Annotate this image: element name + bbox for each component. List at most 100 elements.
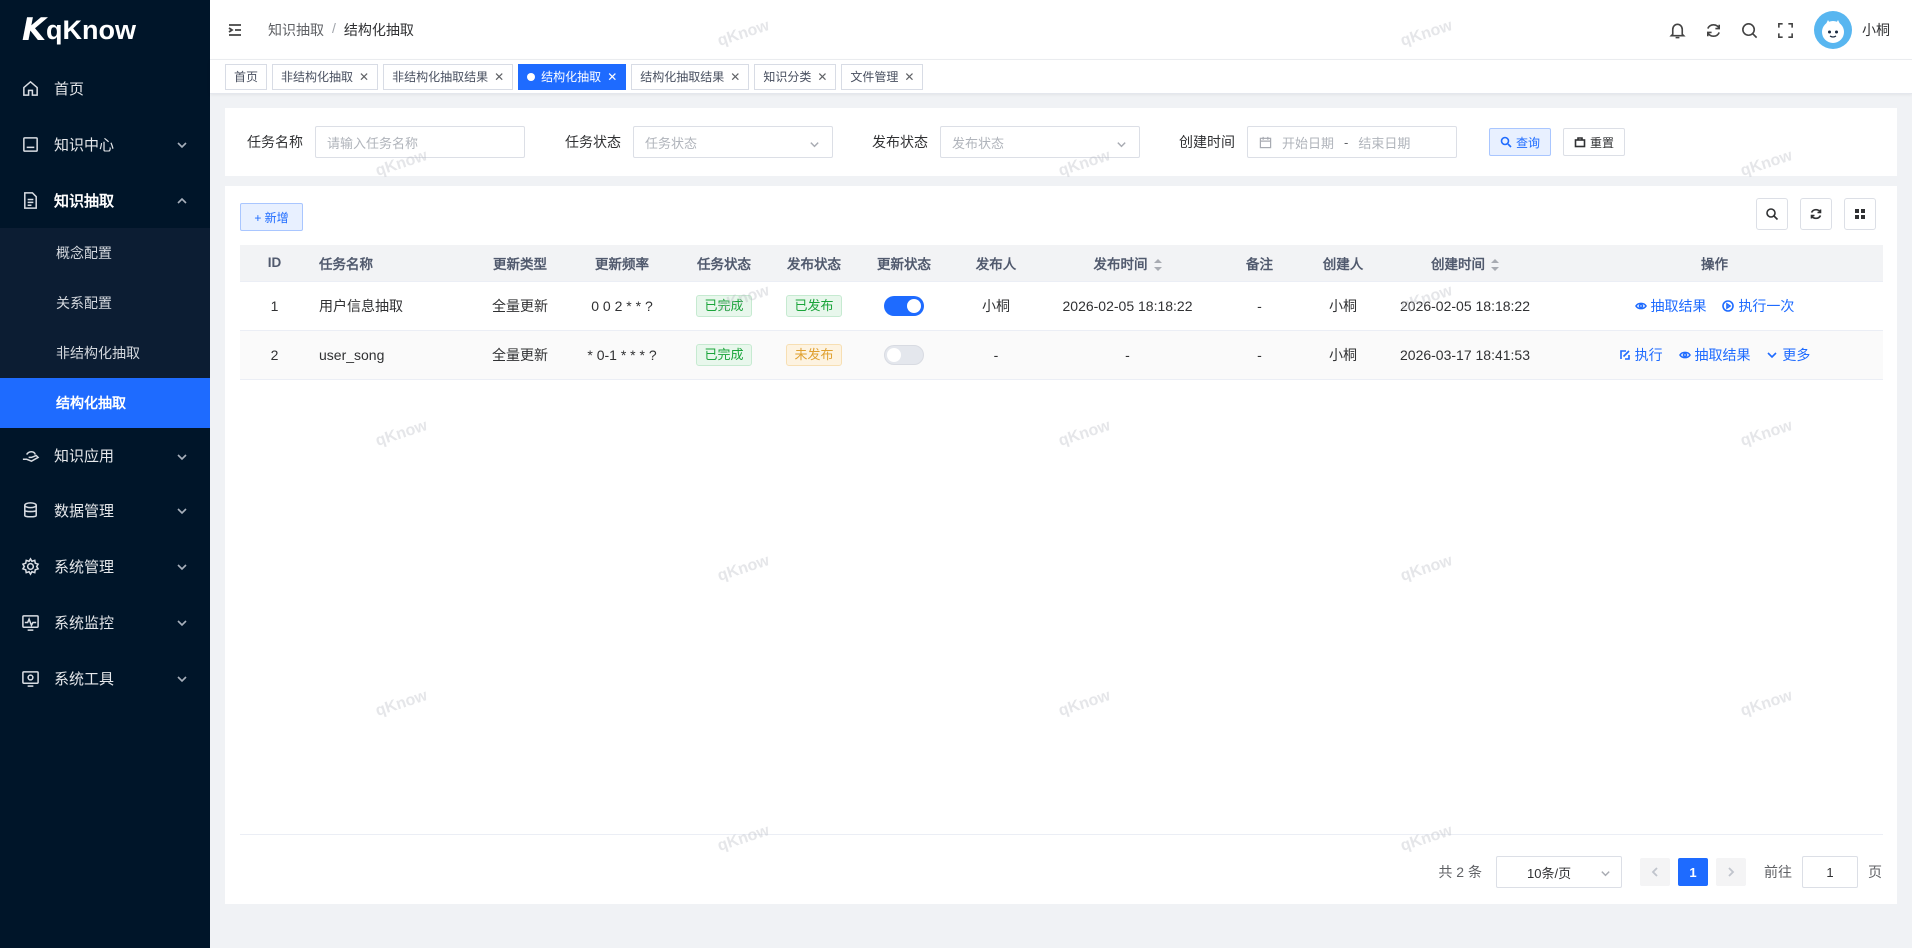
- sidebar-subitem-unstructured-extraction[interactable]: 非结构化抽取: [0, 328, 210, 378]
- search-icon: [1766, 208, 1779, 221]
- column-header-publish-time[interactable]: 发布时间: [1038, 245, 1217, 282]
- sort-icon[interactable]: [1153, 259, 1162, 272]
- sort-icon[interactable]: [1491, 259, 1499, 272]
- tag-label: 结构化抽取: [541, 70, 602, 84]
- goto-page-input[interactable]: 1: [1802, 856, 1858, 888]
- prev-page-button[interactable]: [1640, 858, 1670, 886]
- cell-create-time: 2026-02-05 18:18:22: [1384, 281, 1546, 331]
- tag-home[interactable]: 首页: [225, 63, 268, 90]
- close-icon[interactable]: ✕: [607, 70, 617, 84]
- column-header-create-time[interactable]: 创建时间: [1384, 245, 1546, 282]
- pagination-total: 共 2 条: [1438, 864, 1482, 880]
- bell-icon[interactable]: [1666, 19, 1688, 41]
- menu-fold-icon[interactable]: [224, 19, 246, 41]
- sidebar-item-knowledge-extraction[interactable]: 知识抽取: [0, 172, 210, 228]
- sidebar-item-system-management[interactable]: 系统管理: [0, 538, 210, 594]
- search-icon[interactable]: [1738, 19, 1760, 41]
- link-label: 更多: [1782, 346, 1811, 363]
- username[interactable]: 小桐: [1862, 20, 1890, 40]
- cell-actions: 抽取结果 执行一次: [1546, 281, 1883, 331]
- cell-update-status: [854, 330, 954, 380]
- fullscreen-icon[interactable]: [1774, 19, 1796, 41]
- header-actions: 小桐: [1652, 0, 1890, 60]
- update-status-switch[interactable]: [884, 295, 924, 316]
- sidebar-item-home[interactable]: 首页: [0, 60, 210, 116]
- sidebar-item-label: 系统监控: [54, 614, 115, 632]
- refresh-icon[interactable]: [1702, 19, 1724, 41]
- refresh-table-button[interactable]: [1800, 198, 1832, 230]
- sidebar-item-label: 系统工具: [54, 670, 115, 688]
- breadcrumb-item[interactable]: 知识抽取: [268, 20, 324, 40]
- tag-label: 结构化抽取结果: [640, 70, 725, 84]
- publish-status-select[interactable]: 发布状态: [940, 126, 1140, 158]
- cell-task-name: user_song: [309, 330, 470, 380]
- reset-button[interactable]: 重置: [1563, 128, 1626, 156]
- close-icon[interactable]: ✕: [494, 70, 504, 84]
- publish-status-placeholder: 发布状态: [952, 135, 1005, 151]
- chevron-down-icon: [1767, 351, 1777, 358]
- tag-file-management[interactable]: 文件管理 ✕: [841, 63, 924, 90]
- create-time-range-picker[interactable]: 开始日期 - 结束日期: [1247, 126, 1457, 158]
- sidebar-item-data-management[interactable]: 数据管理: [0, 482, 210, 538]
- tag-unstructured-extraction-result[interactable]: 非结构化抽取结果 ✕: [383, 63, 514, 90]
- sidebar-subitem-relation-config[interactable]: 关系配置: [0, 278, 210, 328]
- extraction-result-link[interactable]: 抽取结果: [1634, 296, 1707, 316]
- sidebar-subitem-structured-extraction[interactable]: 结构化抽取: [0, 378, 210, 428]
- close-icon[interactable]: ✕: [730, 70, 740, 84]
- query-button[interactable]: 查询: [1489, 128, 1552, 156]
- more-dropdown-link[interactable]: 更多: [1766, 345, 1810, 365]
- add-button[interactable]: + 新增: [240, 203, 303, 231]
- refresh-icon: [1810, 208, 1822, 220]
- pagination: 共 2 条 10条/页 1 前往 1 页: [1438, 856, 1882, 888]
- close-icon[interactable]: ✕: [359, 70, 369, 84]
- extraction-result-link[interactable]: 抽取结果: [1678, 345, 1751, 365]
- column-header-remark: 备注: [1217, 245, 1302, 282]
- sidebar-subitem-concept-config[interactable]: 概念配置: [0, 228, 210, 278]
- breadcrumb: 知识抽取 / 结构化抽取: [268, 20, 414, 40]
- link-label: 执行: [1634, 346, 1663, 363]
- chevron-down-icon: [176, 504, 188, 516]
- toggle-search-button[interactable]: [1756, 198, 1788, 230]
- cell-remark: -: [1217, 330, 1302, 380]
- table-row: 1 用户信息抽取 全量更新 0 0 2 * * ? 已完成 已发布 小桐 202…: [240, 281, 1883, 331]
- column-header-publisher: 发布人: [954, 245, 1038, 282]
- chevron-up-icon: [176, 194, 188, 206]
- cell-creator: 小桐: [1302, 330, 1384, 380]
- breadcrumb-separator: /: [332, 19, 336, 36]
- execute-link[interactable]: 执行: [1619, 345, 1663, 365]
- tag-structured-extraction-result[interactable]: 结构化抽取结果 ✕: [631, 63, 750, 90]
- status-badge: 已完成: [696, 343, 752, 366]
- sidebar-item-knowledge-application[interactable]: 知识应用: [0, 428, 210, 482]
- page-suffix-label: 页: [1868, 864, 1882, 880]
- close-icon[interactable]: ✕: [817, 70, 827, 84]
- execute-once-link[interactable]: 执行一次: [1722, 296, 1794, 316]
- close-icon[interactable]: ✕: [904, 70, 914, 84]
- column-header-task-name: 任务名称: [309, 245, 470, 282]
- logo[interactable]: K qKnow: [0, 0, 210, 60]
- tag-unstructured-extraction[interactable]: 非结构化抽取 ✕: [272, 63, 379, 90]
- link-label: 执行一次: [1738, 297, 1795, 314]
- tag-knowledge-category[interactable]: 知识分类 ✕: [754, 63, 837, 90]
- tags-view: 首页 非结构化抽取 ✕ 非结构化抽取结果 ✕ 结构化抽取 ✕ 结构化抽取结果 ✕ 知识分…: [210, 60, 1912, 94]
- sidebar-item-system-monitor[interactable]: 系统监控: [0, 594, 210, 650]
- update-status-switch[interactable]: [884, 344, 924, 365]
- sidebar-item-system-tools[interactable]: 系统工具: [0, 650, 210, 706]
- tag-label: 非结构化抽取: [281, 70, 354, 84]
- page-number-current[interactable]: 1: [1678, 858, 1708, 886]
- cell-publish-status: 已发布: [774, 281, 854, 331]
- avatar[interactable]: [1814, 11, 1852, 49]
- task-status-select[interactable]: 任务状态: [633, 126, 833, 158]
- page-size-value: 10条/页: [1527, 865, 1572, 881]
- sidebar-item-knowledge-center[interactable]: 知识中心: [0, 116, 210, 172]
- search-form: 任务名称 请输入任务名称 任务状态 任务状态 发布状态 发布状态 创建时间 开始…: [225, 108, 1897, 176]
- next-page-button[interactable]: [1716, 858, 1746, 886]
- cell-update-status: [854, 281, 954, 331]
- link-label: 抽取结果: [1694, 346, 1751, 363]
- tag-structured-extraction[interactable]: 结构化抽取 ✕: [518, 63, 627, 90]
- task-name-input[interactable]: 请输入任务名称: [315, 126, 525, 158]
- column-settings-button[interactable]: [1844, 198, 1876, 230]
- column-header-actions: 操作: [1546, 245, 1883, 282]
- sidebar-item-label: 首页: [54, 80, 85, 98]
- page-size-select[interactable]: 10条/页: [1496, 856, 1622, 888]
- switch-knob: [907, 298, 921, 313]
